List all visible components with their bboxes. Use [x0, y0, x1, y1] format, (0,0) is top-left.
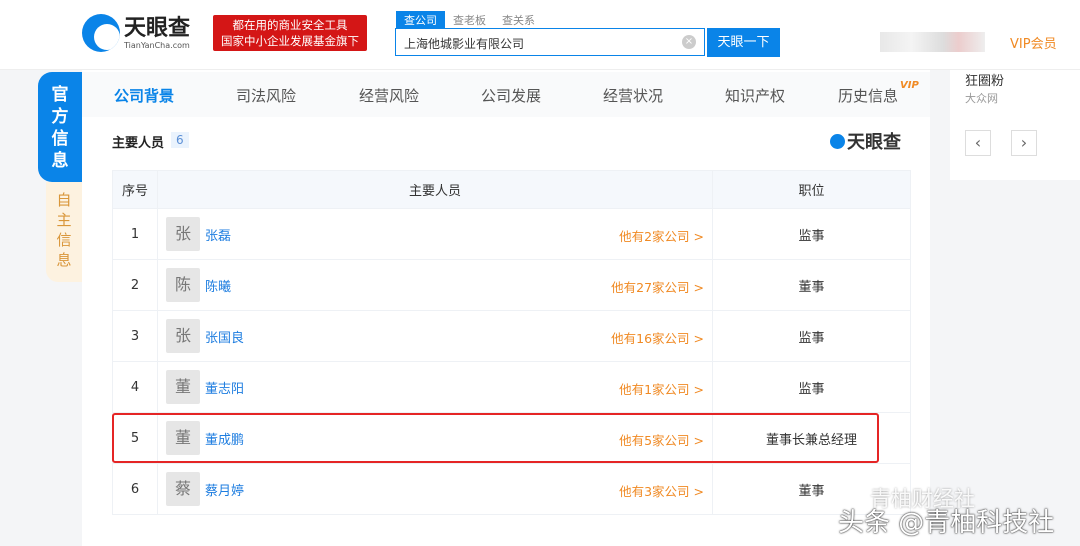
- nav-tab-legal[interactable]: 司法风险: [236, 85, 296, 106]
- nav-tab-business-risk[interactable]: 经营风险: [359, 85, 419, 106]
- side-tab-self[interactable]: 自主信息: [46, 182, 82, 282]
- table-row: 6 蔡蔡月婷 他有3家公司 > 董事: [112, 463, 911, 515]
- count-badge: 6: [171, 132, 189, 148]
- person-name-link[interactable]: 张国良: [205, 331, 244, 346]
- logo-icon: [82, 14, 120, 52]
- person-cell: 张张磊 他有2家公司 >: [157, 208, 713, 260]
- tab-relation[interactable]: 查关系: [494, 11, 543, 29]
- prev-arrow-icon[interactable]: ‹: [965, 130, 991, 156]
- other-companies-link[interactable]: 他有1家公司 >: [619, 379, 704, 398]
- table-row: 3 张张国良 他有16家公司 > 监事: [112, 310, 911, 362]
- row-number: 4: [112, 361, 158, 413]
- other-companies-link[interactable]: 他有2家公司 >: [619, 226, 704, 245]
- brand-logo: 天眼查: [830, 128, 901, 154]
- avatar: 张: [166, 319, 200, 353]
- nav-tabs: 公司背景 司法风险 经营风险 公司发展 经营状况 知识产权 历史信息 VIP: [82, 72, 930, 117]
- search-input[interactable]: 上海他城影业有限公司: [395, 28, 705, 56]
- position: 监事: [712, 208, 911, 260]
- tab-boss[interactable]: 查老板: [445, 11, 494, 29]
- position: 监事: [712, 361, 911, 413]
- person-name-link[interactable]: 张磊: [205, 229, 231, 244]
- brand-text: 天眼查: [847, 132, 901, 153]
- position: 监事: [712, 310, 911, 362]
- vip-link[interactable]: VIP会员: [1010, 33, 1057, 52]
- table-row: 4 董董志阳 他有1家公司 > 监事: [112, 361, 911, 413]
- watermark-line2: 头条 @青柚科技社: [838, 508, 1055, 538]
- logo-icon: [830, 134, 845, 149]
- nav-tab-development[interactable]: 公司发展: [481, 85, 541, 106]
- col-position: 职位: [712, 170, 911, 209]
- search-button[interactable]: 天眼一下: [707, 28, 780, 57]
- person-name-link[interactable]: 蔡月婷: [205, 484, 244, 499]
- avatar: 董: [166, 370, 200, 404]
- person-name-link[interactable]: 陈曦: [205, 280, 231, 295]
- nav-tab-history[interactable]: 历史信息: [838, 85, 898, 106]
- table-row: 1 张张磊 他有2家公司 > 监事: [112, 208, 911, 260]
- col-no: 序号: [112, 170, 158, 209]
- nav-tab-ip[interactable]: 知识产权: [725, 85, 785, 106]
- section-title: 主要人员: [112, 136, 165, 151]
- logo[interactable]: 天眼查 TianYanCha.com: [82, 14, 190, 52]
- side-tab-official[interactable]: 官方信息: [38, 72, 82, 182]
- slogan-banner[interactable]: 都在用的商业安全工具 国家中小企业发展基金旗下: [213, 15, 367, 51]
- user-info-blurred[interactable]: [880, 32, 985, 52]
- table-row: 2 陈陈曦 他有27家公司 > 董事: [112, 259, 911, 311]
- row-number: 3: [112, 310, 158, 362]
- slogan-line2: 国家中小企业发展基金旗下: [221, 34, 359, 48]
- slogan-line1: 都在用的商业安全工具: [232, 18, 348, 32]
- person-name-link[interactable]: 董志阳: [205, 382, 244, 397]
- avatar: 蔡: [166, 472, 200, 506]
- row-number: 6: [112, 463, 158, 515]
- nav-tab-background[interactable]: 公司背景: [114, 85, 174, 106]
- tab-company[interactable]: 查公司: [396, 11, 445, 29]
- highlight-box: [112, 413, 879, 463]
- person-cell: 张张国良 他有16家公司 >: [157, 310, 713, 362]
- position: 董事: [712, 259, 911, 311]
- logo-text: 天眼查: [124, 15, 191, 41]
- logo-domain: TianYanCha.com: [124, 40, 190, 50]
- avatar: 陈: [166, 268, 200, 302]
- news-source: 大众网: [965, 92, 998, 105]
- news-title[interactable]: 狂圈粉: [965, 70, 1004, 89]
- row-number: 1: [112, 208, 158, 260]
- person-cell: 董董志阳 他有1家公司 >: [157, 361, 713, 413]
- vip-badge: VIP: [900, 80, 919, 91]
- next-arrow-icon[interactable]: ›: [1011, 130, 1037, 156]
- other-companies-link[interactable]: 他有16家公司 >: [611, 328, 704, 347]
- other-companies-link[interactable]: 他有3家公司 >: [619, 481, 704, 500]
- col-person: 主要人员: [157, 170, 713, 209]
- personnel-table: 序号 主要人员 职位 1 张张磊 他有2家公司 > 监事 2 陈陈曦 他有27家公司 …: [112, 170, 911, 515]
- search-tabs: 查公司 查老板 查关系: [396, 11, 543, 29]
- nav-tab-operation[interactable]: 经营状况: [603, 85, 663, 106]
- person-cell: 陈陈曦 他有27家公司 >: [157, 259, 713, 311]
- avatar: 张: [166, 217, 200, 251]
- other-companies-link[interactable]: 他有27家公司 >: [611, 277, 704, 296]
- row-number: 2: [112, 259, 158, 311]
- person-cell: 蔡蔡月婷 他有3家公司 >: [157, 463, 713, 515]
- clear-icon[interactable]: ×: [682, 35, 696, 49]
